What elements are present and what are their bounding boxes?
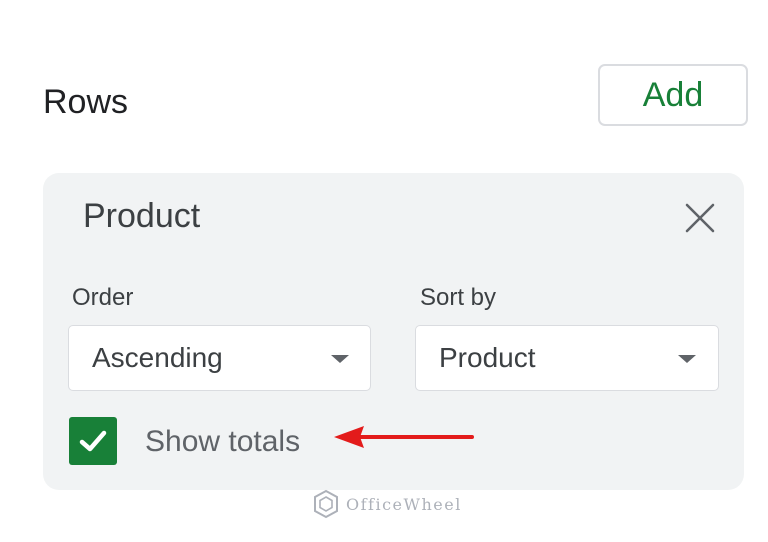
order-label: Order [72, 284, 134, 311]
rows-section-title: Rows [43, 83, 129, 121]
field-card-title: Product [83, 197, 201, 235]
show-totals-checkbox[interactable] [69, 417, 117, 465]
close-icon [685, 203, 715, 233]
watermark-text: OfficeWheel [346, 494, 462, 514]
order-select-value: Ascending [92, 342, 223, 373]
officewheel-logo-icon [314, 489, 338, 519]
sort-by-select[interactable]: Product [415, 325, 719, 391]
check-icon [79, 430, 107, 452]
officewheel-watermark: OfficeWheel [312, 486, 462, 522]
sort-by-select-value: Product [439, 342, 536, 373]
order-select[interactable]: Ascending [68, 325, 371, 391]
red-arrow-icon [334, 426, 474, 448]
add-button[interactable]: Add [598, 64, 748, 126]
dropdown-arrow-icon [331, 355, 349, 363]
dropdown-arrow-icon [678, 355, 696, 363]
sort-by-label: Sort by [420, 284, 497, 311]
remove-field-button[interactable] [682, 200, 718, 236]
show-totals-label[interactable]: Show totals [145, 423, 300, 461]
